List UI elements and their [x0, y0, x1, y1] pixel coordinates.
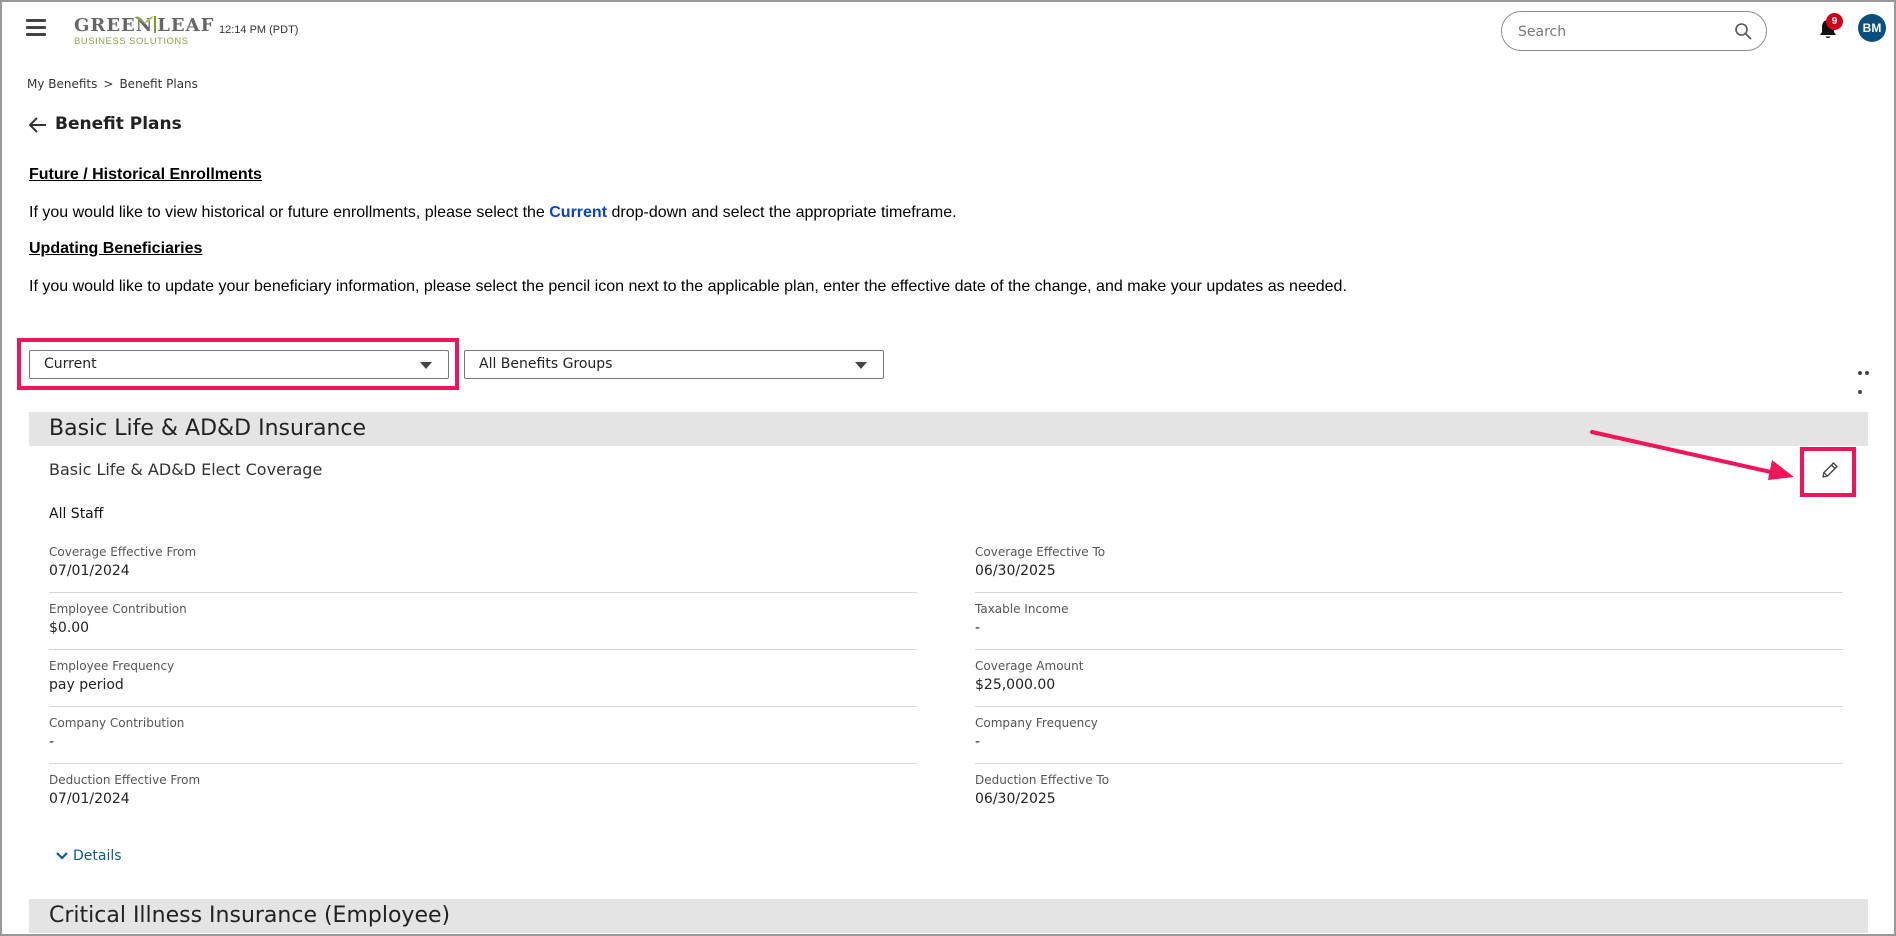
clock-time: 12:14 PM (PDT): [219, 24, 299, 36]
field-company-contribution: Company Contribution -: [49, 716, 917, 764]
field-label: Coverage Effective From: [49, 545, 197, 559]
field-label: Deduction Effective From: [49, 773, 201, 787]
leaf-icon: [134, 16, 154, 24]
future-keyword-current: Current: [549, 204, 608, 221]
field-company-frequency: Company Frequency -: [975, 716, 1843, 764]
company-logo[interactable]: GREEN LEAF BUSINESS SOLUTIONS: [74, 16, 213, 50]
plan-group: All Staff: [49, 506, 104, 522]
search-icon[interactable]: [1734, 22, 1752, 40]
field-value: $25,000.00: [975, 677, 1056, 693]
details-label: Details: [73, 848, 122, 864]
field-label: Coverage Amount: [975, 659, 1084, 673]
field-employee-contribution: Employee Contribution $0.00: [49, 602, 917, 650]
future-enrollments-text: If you would like to view historical or …: [29, 204, 957, 222]
future-text-part-2: drop-down and select the appropriate tim…: [607, 204, 957, 221]
details-toggle[interactable]: Details: [55, 848, 122, 864]
field-value: -: [975, 620, 981, 636]
search-input[interactable]: [1518, 21, 1718, 43]
field-coverage-amount: Coverage Amount $25,000.00: [975, 659, 1843, 707]
plan-title: Basic Life & AD&D Insurance: [49, 416, 367, 441]
field-coverage-effective-from: Coverage Effective From 07/01/2024: [49, 545, 917, 593]
avatar[interactable]: BM: [1858, 14, 1886, 42]
field-deduction-effective-to: Deduction Effective To 06/30/2025: [975, 773, 1843, 821]
plan-title: Critical Illness Insurance (Employee): [49, 903, 451, 928]
field-value: $0.00: [49, 620, 90, 636]
timeframe-dropdown-value: Current: [44, 356, 97, 372]
field-label: Taxable Income: [975, 602, 1069, 616]
logo-word-right: LEAF: [157, 15, 215, 36]
breadcrumb-my-benefits[interactable]: My Benefits: [27, 77, 97, 91]
field-taxable-income: Taxable Income -: [975, 602, 1843, 650]
search-box[interactable]: [1501, 11, 1767, 51]
field-label: Coverage Effective To: [975, 545, 1106, 559]
field-value: 06/30/2025: [975, 791, 1056, 807]
plan-subtitle: Basic Life & AD&D Elect Coverage: [49, 460, 323, 479]
field-label: Company Frequency: [975, 716, 1098, 730]
plan-header-critical-illness: Critical Illness Insurance (Employee): [29, 899, 1868, 933]
field-deduction-effective-from: Deduction Effective From 07/01/2024: [49, 773, 917, 821]
logo-tagline: BUSINESS SOLUTIONS: [74, 36, 189, 47]
chevron-down-icon: [855, 362, 867, 369]
field-value: pay period: [49, 677, 124, 693]
chevron-down-icon: [56, 852, 68, 860]
benefits-group-dropdown[interactable]: All Benefits Groups: [464, 350, 884, 379]
more-options-icon[interactable]: [1858, 360, 1878, 394]
notification-badge[interactable]: 9: [1826, 13, 1843, 30]
page-title: Benefit Plans: [55, 114, 182, 134]
field-label: Deduction Effective To: [975, 773, 1110, 787]
timeframe-dropdown[interactable]: Current: [29, 350, 449, 379]
benefits-group-dropdown-value: All Benefits Groups: [479, 356, 613, 372]
field-coverage-effective-to: Coverage Effective To 06/30/2025: [975, 545, 1843, 593]
chevron-down-icon: [420, 362, 432, 369]
back-arrow-icon[interactable]: [28, 116, 48, 134]
updating-beneficiaries-text: If you would like to update your benefic…: [29, 278, 1347, 295]
updating-beneficiaries-heading: Updating Beneficiaries: [29, 240, 203, 257]
breadcrumb: My Benefits > Benefit Plans: [27, 77, 198, 91]
app-frame: GREEN LEAF BUSINESS SOLUTIONS 12:14 PM (P…: [0, 0, 1896, 936]
field-value: 07/01/2024: [49, 791, 130, 807]
field-value: -: [49, 734, 55, 750]
future-text-part-1: If you would like to view historical or …: [29, 204, 550, 221]
field-label: Company Contribution: [49, 716, 185, 730]
hamburger-menu-icon[interactable]: [26, 19, 46, 37]
pencil-icon[interactable]: [1820, 460, 1840, 480]
field-value: 06/30/2025: [975, 563, 1056, 579]
breadcrumb-separator: >: [103, 77, 114, 91]
field-label: Employee Frequency: [49, 659, 175, 673]
field-employee-frequency: Employee Frequency pay period: [49, 659, 917, 707]
breadcrumb-benefit-plans[interactable]: Benefit Plans: [119, 77, 197, 91]
annotation-arrow: [1590, 430, 1794, 480]
field-value: 07/01/2024: [49, 563, 130, 579]
field-label: Employee Contribution: [49, 602, 187, 616]
future-enrollments-heading: Future / Historical Enrollments: [29, 166, 262, 183]
field-value: -: [975, 734, 981, 750]
